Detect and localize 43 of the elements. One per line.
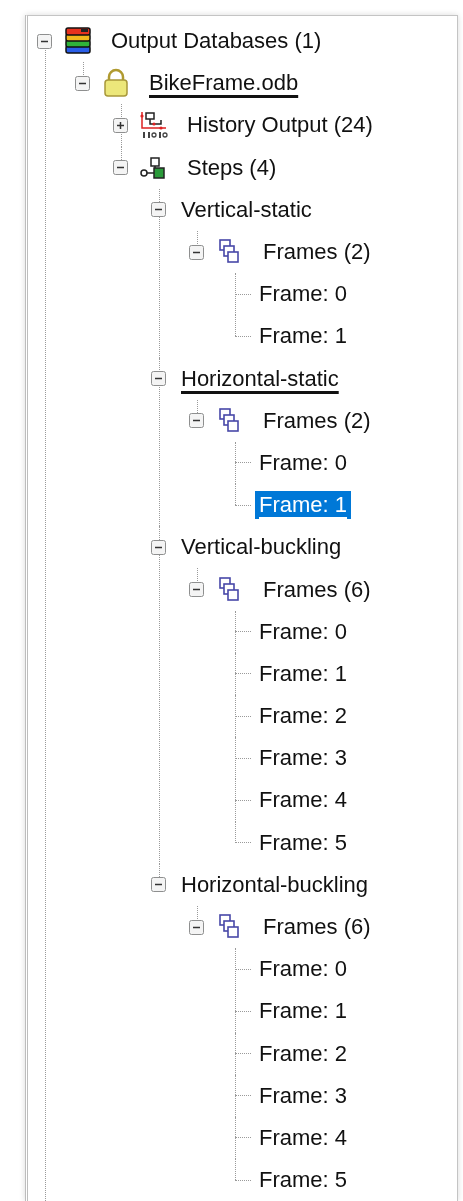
tree-item[interactable]: History Output (24) [183, 111, 377, 140]
collapse-toggle[interactable] [151, 877, 166, 893]
tree-item[interactable]: Frame: 4 [255, 1123, 352, 1152]
tree-item[interactable]: Frames (6) [259, 575, 375, 604]
tree-item[interactable]: Frame: 0 [255, 955, 352, 984]
tree-item[interactable]: Horizontal-static [177, 364, 343, 393]
tree-item[interactable]: Vertical-static [177, 195, 316, 224]
expand-toggle[interactable] [113, 117, 128, 133]
tree-item[interactable]: Frame: 0 [255, 280, 352, 309]
collapse-toggle[interactable] [151, 539, 166, 555]
collapse-toggle[interactable] [151, 371, 166, 387]
tree-item[interactable]: Frame: 2 [255, 1039, 352, 1068]
tree-item[interactable]: Frame: 1 [255, 659, 352, 688]
tree-item[interactable]: Frame: 5 [255, 1166, 352, 1195]
tree-item[interactable]: Frames (2) [259, 238, 375, 267]
tree-item[interactable]: BikeFrame.odb [145, 69, 303, 98]
collapse-toggle[interactable] [189, 582, 204, 598]
lock-icon [101, 68, 131, 99]
tree-item[interactable]: Horizontal-buckling [177, 870, 373, 899]
tree-item[interactable]: Frame: 5 [255, 828, 352, 857]
tree-item[interactable]: Frames (6) [259, 913, 375, 942]
tree-item[interactable]: Frame: 1 [255, 322, 352, 351]
diagram-icon [139, 110, 169, 141]
tree-item[interactable]: Vertical-buckling [177, 533, 346, 562]
tree-item[interactable]: Frame: 1 [255, 491, 352, 520]
collapse-toggle[interactable] [75, 75, 90, 91]
collapse-toggle[interactable] [189, 244, 204, 260]
tree-item[interactable]: Frame: 0 [255, 617, 352, 646]
tree-item[interactable]: Steps (4) [183, 153, 281, 182]
tree-item[interactable]: Frame: 4 [255, 786, 352, 815]
collapse-toggle[interactable] [37, 33, 52, 49]
tree-item[interactable]: Frame: 1 [255, 997, 352, 1026]
collapse-toggle[interactable] [189, 413, 204, 429]
tree-item[interactable]: Output Databases (1) [107, 27, 326, 56]
database-icon [63, 26, 93, 57]
tree-item[interactable]: Frame: 0 [255, 448, 352, 477]
tree-item[interactable]: Frames (2) [259, 406, 375, 435]
collapse-toggle[interactable] [113, 160, 128, 176]
collapse-toggle[interactable] [189, 919, 204, 935]
tree-item[interactable]: Frame: 2 [255, 702, 352, 731]
tree-item[interactable]: Frame: 3 [255, 1081, 352, 1110]
tree-item[interactable]: Frame: 3 [255, 744, 352, 773]
collapse-toggle[interactable] [151, 202, 166, 218]
